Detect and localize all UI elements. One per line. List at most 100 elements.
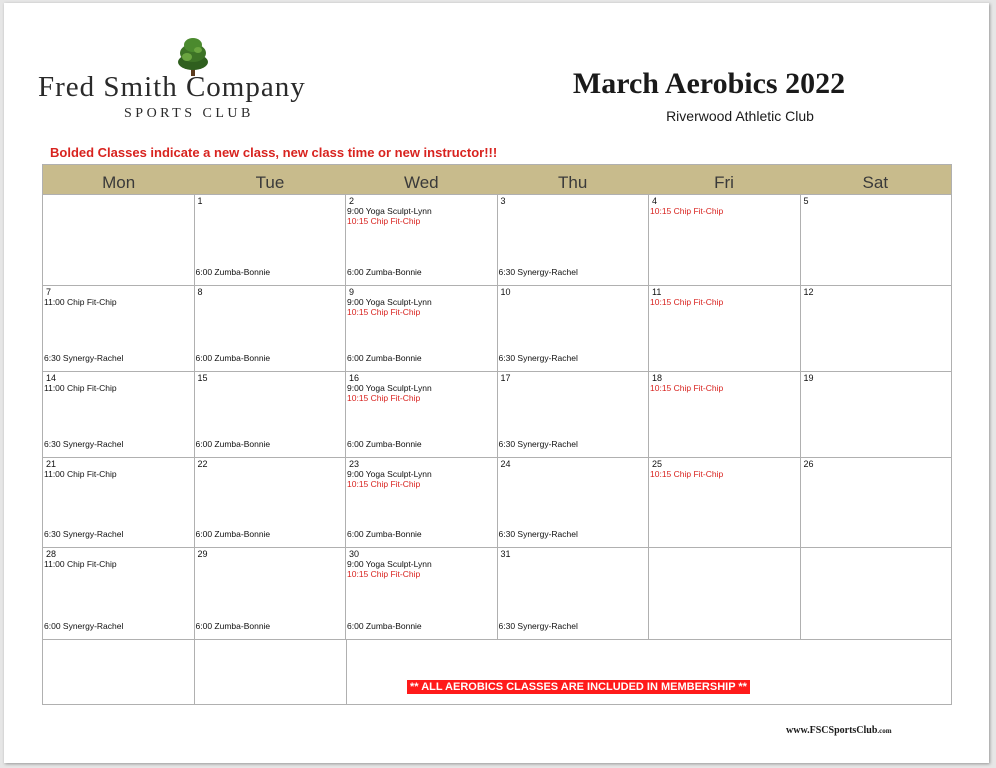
class-event: 10:15 Chip Fit-Chip <box>650 469 724 479</box>
date-number: 28 <box>46 549 57 559</box>
calendar-day-cell: 11 10:15 Chip Fit-Chip <box>648 286 800 372</box>
class-event: 9:00 Yoga Sculpt-Lynn <box>347 559 432 569</box>
class-event: 11:00 Chip Fit-Chip <box>44 297 117 307</box>
evening-class-event: 6:00 Zumba-Bonnie <box>195 529 271 539</box>
class-event: 10:15 Chip Fit-Chip <box>347 569 421 579</box>
calendar-week-row: 14 11:00 Chip Fit-Chip 6:30 Synergy-Rachel… <box>43 371 951 458</box>
calendar-day-cell: 22 6:00 Zumba-Bonnie <box>193 458 346 548</box>
calendar-day-cell: 25 10:15 Chip Fit-Chip <box>648 458 800 548</box>
class-event: 9:00 Yoga Sculpt-Lynn <box>347 383 432 393</box>
document-page: Fred Smith Company SPORTS CLUB March Aer… <box>4 3 989 763</box>
location-subtitle: Riverwood Athletic Club <box>666 108 814 124</box>
date-number: 24 <box>500 459 511 469</box>
footer-cell <box>194 640 346 705</box>
calendar-day-cell: 15 6:00 Zumba-Bonnie <box>193 372 346 458</box>
day-header-tue: Tue <box>255 173 285 192</box>
calendar-day-cell: 30 9:00 Yoga Sculpt-Lynn 10:15 Chip Fit-Ch… <box>345 548 497 640</box>
calendar-day-cell <box>648 548 800 640</box>
date-number: 9 <box>349 287 355 297</box>
class-event: 10:15 Chip Fit-Chip <box>650 206 724 216</box>
calendar-day-cell: 3 6:30 Synergy-Rachel <box>496 195 649 286</box>
evening-class-event: 6:00 Zumba-Bonnie <box>347 267 422 277</box>
calendar-day-cell: 7 11:00 Chip Fit-Chip 6:30 Synergy-Rachel <box>43 286 194 372</box>
class-event: 9:00 Yoga Sculpt-Lynn <box>347 206 432 216</box>
calendar-day-cell: 21 11:00 Chip Fit-Chip 6:30 Synergy-Rachel <box>43 458 194 548</box>
company-logo-text: Fred Smith Company <box>38 71 306 103</box>
calendar-day-cell <box>799 548 952 640</box>
evening-class-event: 6:30 Synergy-Rachel <box>498 439 578 449</box>
evening-class-event: 6:00 Zumba-Bonnie <box>347 353 422 363</box>
evening-class-event: 6:00 Zumba-Bonnie <box>195 267 271 277</box>
date-number: 12 <box>803 287 814 297</box>
date-number: 10 <box>500 287 511 297</box>
date-number: 31 <box>500 549 511 559</box>
class-event: 10:15 Chip Fit-Chip <box>347 479 421 489</box>
calendar-day-cell: 2 9:00 Yoga Sculpt-Lynn 10:15 Chip Fit-Chi… <box>345 195 497 286</box>
class-event: 9:00 Yoga Sculpt-Lynn <box>347 297 432 307</box>
evening-class-event: 6:30 Synergy-Rachel <box>498 621 578 631</box>
calendar-day-cell: 23 9:00 Yoga Sculpt-Lynn 10:15 Chip Fit-Ch… <box>345 458 497 548</box>
date-number: 4 <box>652 196 658 206</box>
class-event: 10:15 Chip Fit-Chip <box>650 297 724 307</box>
date-number: 30 <box>349 549 360 559</box>
website-url-tld: .com <box>877 727 892 735</box>
calendar-week-row: 21 11:00 Chip Fit-Chip 6:30 Synergy-Rachel… <box>43 457 951 548</box>
date-number: 21 <box>46 459 57 469</box>
class-event: 11:00 Chip Fit-Chip <box>44 559 117 569</box>
date-number: 18 <box>652 373 663 383</box>
calendar-day-cell: 14 11:00 Chip Fit-Chip 6:30 Synergy-Rachel <box>43 372 194 458</box>
date-number: 16 <box>349 373 360 383</box>
date-number: 19 <box>803 373 814 383</box>
website-url-main: www.FSCSportsClub <box>786 725 878 736</box>
date-number: 17 <box>500 373 511 383</box>
calendar-day-header: Mon Tue Wed Thu Fri Sat <box>43 165 951 194</box>
date-number: 2 <box>349 196 355 206</box>
calendar-day-cell: 9 9:00 Yoga Sculpt-Lynn 10:15 Chip Fit-Chi… <box>345 286 497 372</box>
company-logo-subtitle: SPORTS CLUB <box>124 106 254 121</box>
calendar-day-cell: 18 10:15 Chip Fit-Chip <box>648 372 800 458</box>
date-number: 3 <box>500 196 506 206</box>
date-number: 26 <box>803 459 814 469</box>
evening-class-event: 6:30 Synergy-Rachel <box>44 529 124 539</box>
calendar-day-cell: 29 6:00 Zumba-Bonnie <box>193 548 346 640</box>
calendar-week-row: 7 11:00 Chip Fit-Chip 6:30 Synergy-Rachel 8… <box>43 285 951 372</box>
class-event: 10:15 Chip Fit-Chip <box>347 216 421 226</box>
date-number: 25 <box>652 459 663 469</box>
calendar-day-cell: 17 6:30 Synergy-Rachel <box>496 372 649 458</box>
date-number: 8 <box>197 287 203 297</box>
calendar-day-cell: 10 6:30 Synergy-Rachel <box>496 286 649 372</box>
class-event: 11:00 Chip Fit-Chip <box>44 469 117 479</box>
day-header-wed: Wed <box>403 173 439 192</box>
class-event: 10:15 Chip Fit-Chip <box>347 307 421 317</box>
date-number: 29 <box>197 549 208 559</box>
class-event: 10:15 Chip Fit-Chip <box>650 383 724 393</box>
date-number: 5 <box>803 196 809 206</box>
footer-cell-wide <box>346 640 951 705</box>
evening-class-event: 6:00 Zumba-Bonnie <box>347 529 422 539</box>
evening-class-event: 6:30 Synergy-Rachel <box>498 267 578 277</box>
evening-class-event: 6:00 Synergy-Rachel <box>44 621 124 631</box>
page-title: March Aerobics 2022 <box>572 67 846 100</box>
calendar-day-cell: 12 <box>799 286 952 372</box>
calendar-day-cell: 16 9:00 Yoga Sculpt-Lynn 10:15 Chip Fit-Ch… <box>345 372 497 458</box>
aerobics-calendar: Mon Tue Wed Thu Fri Sat 1 6:00 Zumba-Bonnie 2 9:… <box>42 164 952 705</box>
day-header-fri: Fri <box>714 173 734 192</box>
calendar-day-cell: 28 11:00 Chip Fit-Chip 6:00 Synergy-Rachel <box>43 548 194 640</box>
calendar-day-cell: 19 <box>799 372 952 458</box>
date-number: 15 <box>197 373 208 383</box>
calendar-week-row: 28 11:00 Chip Fit-Chip 6:00 Synergy-Rachel… <box>43 547 951 640</box>
calendar-day-cell: 31 6:30 Synergy-Rachel <box>496 548 649 640</box>
evening-class-event: 6:00 Zumba-Bonnie <box>195 439 271 449</box>
calendar-day-cell: 26 <box>799 458 952 548</box>
date-number: 23 <box>349 459 360 469</box>
day-header-mon: Mon <box>102 173 136 192</box>
bold-classes-notice: Bolded Classes indicate a new class, new… <box>50 145 498 160</box>
calendar-day-cell: 8 6:00 Zumba-Bonnie <box>193 286 346 372</box>
class-event: 9:00 Yoga Sculpt-Lynn <box>347 469 432 479</box>
calendar-footer-row <box>43 639 951 705</box>
class-event: 11:00 Chip Fit-Chip <box>44 383 117 393</box>
calendar-day-cell: 4 10:15 Chip Fit-Chip <box>648 195 800 286</box>
evening-class-event: 6:30 Synergy-Rachel <box>498 529 578 539</box>
date-number: 7 <box>46 287 52 297</box>
website-url[interactable]: www.FSCSportsClub.com <box>786 725 892 736</box>
